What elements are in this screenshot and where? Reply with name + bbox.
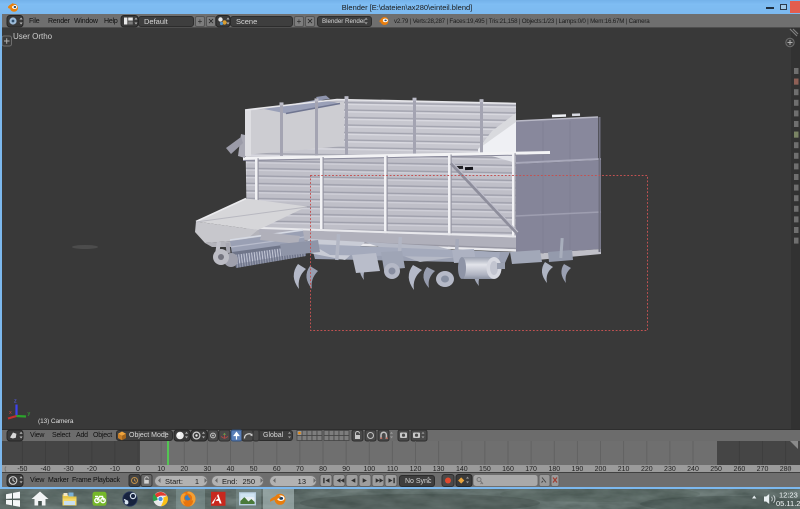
svg-text:160: 160 xyxy=(502,466,514,473)
svg-text:250: 250 xyxy=(710,466,722,473)
svg-text:200: 200 xyxy=(595,466,607,473)
svg-text:40: 40 xyxy=(227,466,235,473)
svg-text:-50: -50 xyxy=(17,466,27,473)
svg-text:30: 30 xyxy=(204,466,212,473)
svg-text:20: 20 xyxy=(180,466,188,473)
svg-text:-20: -20 xyxy=(87,466,97,473)
svg-text:130: 130 xyxy=(433,466,445,473)
svg-text:180: 180 xyxy=(548,466,560,473)
svg-text:10: 10 xyxy=(157,466,165,473)
svg-text:220: 220 xyxy=(641,466,653,473)
svg-text:230: 230 xyxy=(664,466,676,473)
svg-text:50: 50 xyxy=(250,466,258,473)
svg-text:100: 100 xyxy=(363,466,375,473)
svg-text:60: 60 xyxy=(273,466,281,473)
svg-text:-30: -30 xyxy=(64,466,74,473)
svg-text:0: 0 xyxy=(136,466,140,473)
svg-text:120: 120 xyxy=(410,466,422,473)
svg-text:90: 90 xyxy=(342,466,350,473)
svg-text:260: 260 xyxy=(734,466,746,473)
svg-text:-10: -10 xyxy=(110,466,120,473)
svg-text:-40: -40 xyxy=(40,466,50,473)
svg-text:80: 80 xyxy=(319,466,327,473)
svg-text:05.11.20: 05.11.20 xyxy=(776,499,800,508)
svg-text:110: 110 xyxy=(387,466,398,473)
svg-text:140: 140 xyxy=(456,466,468,473)
svg-text:170: 170 xyxy=(525,466,537,473)
svg-text:70: 70 xyxy=(296,466,304,473)
svg-text:190: 190 xyxy=(572,466,584,473)
svg-text:270: 270 xyxy=(757,466,769,473)
svg-text:240: 240 xyxy=(687,466,699,473)
svg-text:150: 150 xyxy=(479,466,491,473)
svg-text:210: 210 xyxy=(618,466,630,473)
